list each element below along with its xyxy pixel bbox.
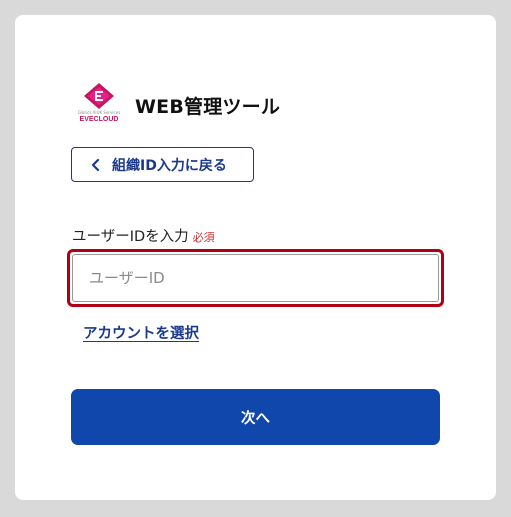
evecloud-logo-icon [84,83,114,109]
user-id-label-text: ユーザーIDを入力 [72,229,189,245]
chevron-left-icon [91,158,100,171]
evecloud-logo: Glorics AIUK Services EVECLOUD [73,83,125,127]
next-button[interactable]: 次へ [71,389,440,445]
required-badge: 必須 [192,231,215,244]
back-button-label: 組織ID入力に戻る [112,157,227,174]
user-id-input[interactable] [72,254,439,302]
app-header: Glorics AIUK Services EVECLOUD WEB管理ツール [73,83,280,127]
select-account-link[interactable]: アカウントを選択 [83,322,199,343]
logo-brand: EVECLOUD [79,116,119,123]
user-id-input-focus-ring [67,249,444,307]
page-title: WEB管理ツール [135,95,281,118]
back-to-org-id-button[interactable]: 組織ID入力に戻る [71,147,254,182]
user-id-label: ユーザーIDを入力 必須 [72,225,215,246]
login-card: Glorics AIUK Services EVECLOUD WEB管理ツール … [15,15,496,500]
next-button-label: 次へ [241,410,270,427]
